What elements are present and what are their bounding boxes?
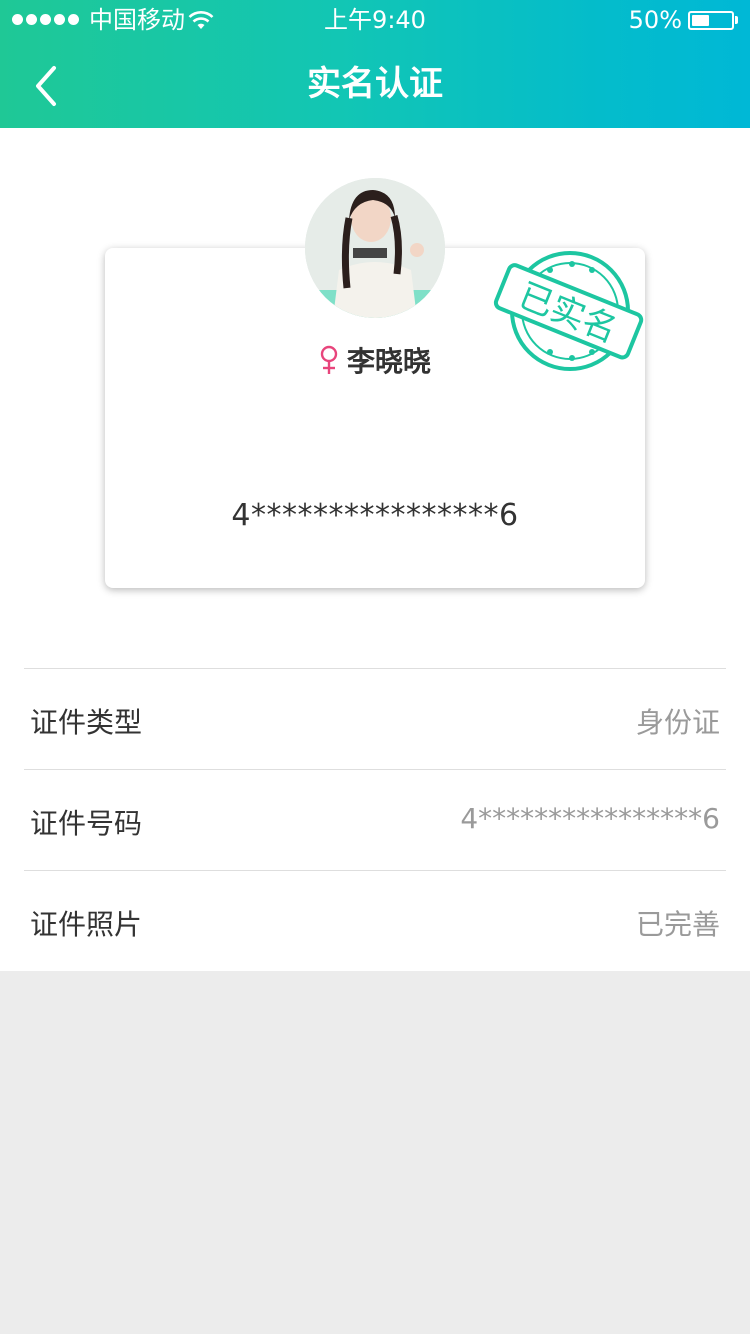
avatar-image	[305, 178, 445, 318]
list-item-certificate-type: 证件类型 身份证	[24, 668, 726, 769]
certificate-info-list: 证件类型 身份证 证件号码 4****************6 证件照片 已完…	[0, 668, 750, 971]
user-name: 李晓晓	[346, 345, 431, 378]
certificate-photo-value: 已完善	[635, 908, 720, 941]
page-title: 实名认证	[307, 64, 443, 104]
header-bar: 中国移动 上午9:40 50% 实名认证	[0, 0, 750, 128]
status-bar: 中国移动 上午9:40 50%	[0, 0, 750, 40]
user-name-row: 李晓晓	[0, 340, 750, 380]
certificate-photo-label: 证件照片	[30, 908, 143, 941]
female-icon	[320, 345, 338, 374]
list-item-certificate-photo[interactable]: 证件照片 已完善	[24, 870, 726, 971]
list-item-certificate-number: 证件号码 4****************6	[24, 769, 726, 870]
battery-nub	[735, 16, 738, 24]
id-number: 4****************6	[231, 498, 519, 533]
certificate-number-value: 4****************6	[460, 802, 720, 835]
battery-percent: 50%	[628, 6, 682, 34]
battery-level	[692, 15, 709, 26]
avatar	[305, 178, 445, 318]
certificate-type-label: 证件类型	[30, 706, 143, 739]
certificate-number-label: 证件号码	[30, 807, 143, 840]
battery-icon	[688, 11, 734, 30]
certificate-type-value: 身份证	[635, 706, 720, 739]
